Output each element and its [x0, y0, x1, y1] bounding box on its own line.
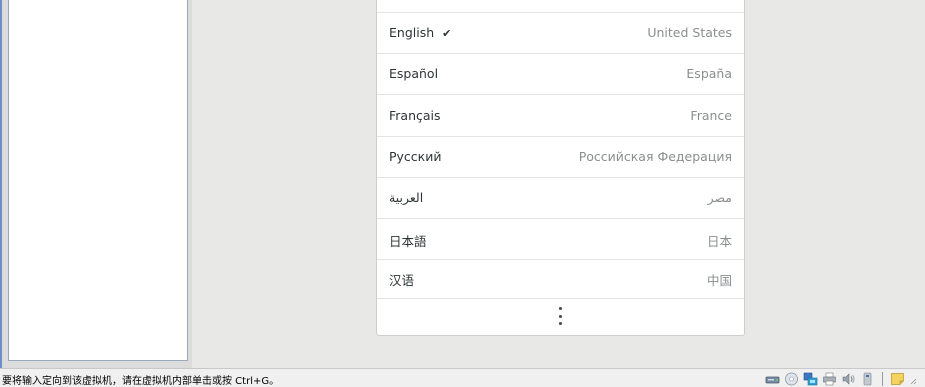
- language-list: English ✔ United States Español España Fr…: [376, 0, 745, 336]
- language-row-russian[interactable]: Русский Российская Федерация: [377, 137, 744, 178]
- library-tree-panel[interactable]: [8, 0, 188, 361]
- library-pane: [0, 0, 192, 368]
- language-name: Español: [389, 66, 439, 81]
- language-region: Российская Федерация: [578, 149, 732, 164]
- language-region: France: [690, 108, 732, 123]
- printer-icon[interactable]: [822, 372, 837, 386]
- language-row-french[interactable]: Français France: [377, 96, 744, 137]
- resize-grip-icon[interactable]: [909, 373, 917, 385]
- language-name: English: [389, 25, 435, 40]
- sound-icon[interactable]: [841, 372, 856, 386]
- language-name: Français: [389, 108, 441, 123]
- language-name: 汉语: [389, 273, 415, 288]
- language-row-hidden[interactable]: [377, 0, 744, 13]
- device-tray: [765, 371, 917, 386]
- language-region: United States: [647, 25, 732, 40]
- language-name: Русский: [389, 149, 442, 164]
- language-region: مصر: [707, 190, 732, 205]
- network-adapter-icon[interactable]: [803, 372, 818, 386]
- language-name: العربية: [389, 190, 424, 205]
- message-icon[interactable]: [890, 372, 905, 386]
- checkmark-icon: ✔: [442, 27, 452, 40]
- language-row-english[interactable]: English ✔ United States: [377, 13, 744, 54]
- usb-icon[interactable]: [860, 372, 875, 386]
- language-name: 日本語: [389, 234, 427, 249]
- cd-rom-icon[interactable]: [784, 372, 799, 386]
- language-region: 中国: [706, 273, 732, 288]
- language-row-arabic[interactable]: العربية مصر: [377, 178, 744, 219]
- language-row-spanish[interactable]: Español España: [377, 54, 744, 95]
- language-row-japanese[interactable]: 日本語 日本: [377, 219, 744, 260]
- status-bar: 要将输入定向到该虚拟机，请在虚拟机内部单击或按 Ctrl+G。: [0, 368, 925, 387]
- language-row-chinese[interactable]: 汉语 中国: [377, 258, 744, 299]
- language-region: 日本: [706, 234, 732, 249]
- more-languages-button[interactable]: [377, 298, 744, 335]
- tray-separator: [882, 371, 883, 386]
- hard-disk-icon[interactable]: [765, 372, 780, 386]
- status-hint: 要将输入定向到该虚拟机，请在虚拟机内部单击或按 Ctrl+G。: [2, 376, 280, 387]
- language-region: España: [686, 66, 732, 81]
- more-vertical-icon: [559, 307, 563, 325]
